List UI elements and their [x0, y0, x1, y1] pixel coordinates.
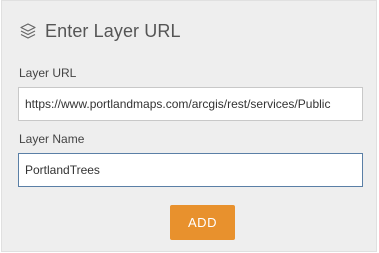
layer-name-input[interactable]	[18, 153, 363, 187]
layer-url-label: Layer URL	[19, 66, 77, 80]
add-button[interactable]: ADD	[170, 205, 235, 240]
layer-url-input[interactable]	[18, 87, 363, 121]
enter-layer-url-panel: Enter Layer URL Layer URL Layer Name ADD	[1, 0, 377, 252]
layer-name-label: Layer Name	[19, 132, 85, 146]
layers-icon	[19, 22, 37, 40]
panel-header: Enter Layer URL	[19, 20, 181, 42]
page-title: Enter Layer URL	[45, 20, 181, 41]
